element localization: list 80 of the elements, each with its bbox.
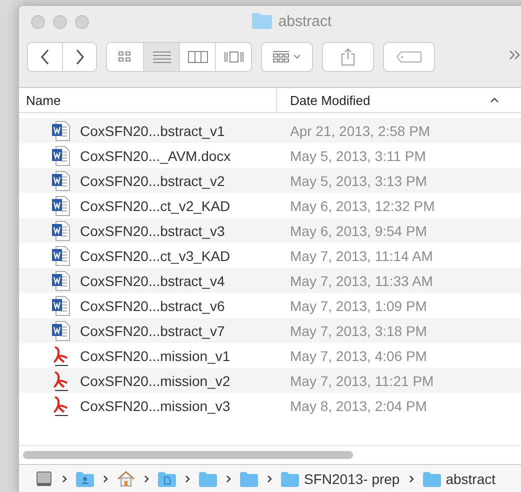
date-modified: May 5, 2013, 3:13 PM [290,172,427,188]
path-item[interactable]: abstract [446,471,496,487]
date-modified: May 7, 2013, 11:14 AM [290,248,433,264]
chevron-icon [226,475,231,483]
file-name[interactable]: CoxSFN20...bstract_v7 [80,322,225,338]
back-chevron-icon [40,49,50,65]
folder-icon[interactable] [422,472,441,486]
path-item[interactable]: SFN2013- prep [304,471,400,487]
date-modified: May 7, 2013, 11:21 PM [290,372,434,388]
share-button[interactable] [322,42,374,72]
list-icon [152,51,170,63]
word-document-icon [52,120,70,140]
tag-button[interactable] [383,42,435,72]
file-name[interactable]: CoxSFN20...bstract_v2 [80,172,225,188]
folder-icon[interactable] [281,472,299,486]
cover-view-button[interactable] [215,43,251,71]
file-name[interactable]: CoxSFN20...bstract_v1 [80,122,225,138]
date-modified: Apr 21, 2013, 2:58 PM [290,122,430,138]
cover-flow-icon [224,51,244,63]
file-name[interactable]: CoxSFN20..._AVM.docx [80,148,231,164]
chevron-icon [103,475,108,483]
navigation-control[interactable] [27,42,97,72]
folder-icon [252,13,272,29]
forward-chevron-icon [74,49,84,65]
folder-icon[interactable] [240,472,258,486]
minimize-button[interactable] [53,15,67,29]
window-title: abstract [278,12,332,30]
list-view-button[interactable] [143,43,179,71]
file-name[interactable]: CoxSFN20...bstract_v6 [80,298,225,314]
date-modified: May 5, 2013, 3:11 PM [290,148,426,164]
folder-icon[interactable] [199,472,217,486]
chevron-icon [267,475,272,483]
word-document-icon [52,196,70,216]
column-label[interactable]: Name [26,92,61,108]
more-icon[interactable] [509,50,521,60]
columns-icon [188,51,208,63]
chevron-icon [408,475,414,483]
scroll-thumb[interactable] [23,451,353,459]
file-name[interactable]: CoxSFN20...mission_v1 [80,348,230,364]
view-mode-control[interactable] [106,42,252,72]
file-name[interactable]: CoxSFN20...bstract_v3 [80,222,225,238]
close-button[interactable] [31,15,45,29]
chevron-icon [62,475,67,483]
word-document-icon [52,320,70,340]
file-name[interactable]: CoxSFN20...mission_v2 [80,372,230,388]
pdf-document-icon [52,396,70,416]
user-folder-icon[interactable] [76,472,94,486]
documents-folder-icon[interactable] [158,472,176,486]
home-icon[interactable] [117,471,135,487]
pdf-document-icon [52,346,70,366]
file-name[interactable]: CoxSFN20...ct_v2_KAD [80,198,230,214]
forward-button[interactable] [62,43,96,71]
word-document-icon [52,270,70,290]
share-icon [341,48,355,66]
file-name[interactable]: CoxSFN20...ct_v3_KAD [80,248,230,264]
chevron-icon [185,475,190,483]
chevron-icon [144,475,149,483]
grid-icon [273,51,289,63]
word-document-icon [52,246,70,266]
date-modified: May 7, 2013, 1:09 PM [290,298,427,314]
word-document-icon [52,146,70,166]
pdf-document-icon [52,370,70,390]
word-document-icon [52,170,70,190]
file-name[interactable]: CoxSFN20...mission_v3 [80,398,230,414]
date-modified: May 7, 2013, 4:06 PM [290,348,427,364]
grid-icon [118,51,132,63]
caret-icon [293,54,301,60]
word-document-icon [52,220,70,240]
date-modified: May 7, 2013, 3:18 PM [290,322,427,338]
zoom-button[interactable] [75,15,89,29]
date-modified: May 7, 2013, 11:33 AM [290,272,433,288]
arrange-button[interactable] [261,42,313,72]
file-name[interactable]: CoxSFN20...bstract_v4 [80,272,225,288]
date-modified: May 6, 2013, 9:54 PM [290,222,427,238]
date-modified: May 8, 2013, 2:04 PM [290,398,427,414]
tag-icon [396,51,422,63]
column-label[interactable]: Date Modified [290,92,370,108]
hard-disk-icon[interactable] [35,470,53,488]
word-document-icon [52,296,70,316]
date-modified: May 6, 2013, 12:32 PM [290,198,435,214]
